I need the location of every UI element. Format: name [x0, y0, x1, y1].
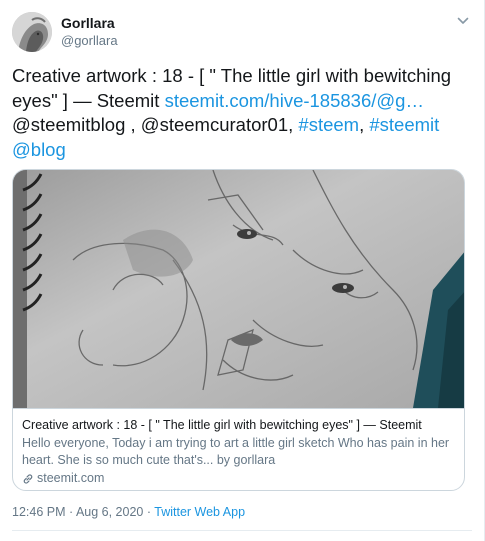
meta-dot: · — [143, 505, 155, 519]
link-icon — [23, 473, 33, 484]
display-name[interactable]: Gorllara — [61, 14, 118, 32]
divider — [12, 530, 472, 531]
chevron-down-icon[interactable] — [454, 12, 472, 30]
tweet-header: Gorllara @gorllara — [12, 12, 472, 52]
tweet-meta: 12:46 PM · Aug 6, 2020 · Twitter Web App — [12, 504, 245, 520]
tweet-text: Creative artwork : 18 - [ " The little g… — [12, 64, 464, 162]
handle[interactable]: @gorllara — [61, 32, 118, 50]
hashtag-steemit[interactable]: #steemit — [369, 114, 439, 135]
link-card[interactable]: Creative artwork : 18 - [ " The little g… — [12, 169, 465, 491]
card-title[interactable]: Creative artwork : 18 - [ " The little g… — [22, 417, 454, 434]
tweet-date[interactable]: Aug 6, 2020 — [76, 505, 143, 519]
tweet-link[interactable]: steemit.com/hive-185836/@g… — [165, 90, 424, 111]
separator: , — [359, 114, 370, 135]
hashtag-steem[interactable]: #steem — [298, 114, 359, 135]
mentions[interactable]: @steemitblog , @steemcurator01, — [12, 114, 298, 135]
tweet-source[interactable]: Twitter Web App — [154, 505, 245, 519]
author-names: Gorllara @gorllara — [61, 14, 118, 50]
tweet-time[interactable]: 12:46 PM — [12, 505, 66, 519]
avatar-image — [12, 12, 52, 52]
card-domain-text[interactable]: steemit.com — [37, 470, 104, 487]
avatar[interactable] — [12, 12, 52, 52]
card-description: Hello everyone, Today i am trying to art… — [22, 436, 450, 467]
tweet: Gorllara @gorllara Creative artwork : 18… — [0, 0, 485, 541]
meta-dot: · — [65, 505, 76, 519]
mention-blog[interactable]: @blog — [12, 139, 66, 160]
card-image[interactable] — [13, 170, 464, 408]
card-domain[interactable]: steemit.com — [22, 470, 454, 487]
card-body[interactable]: Creative artwork : 18 - [ " The little g… — [13, 408, 464, 487]
